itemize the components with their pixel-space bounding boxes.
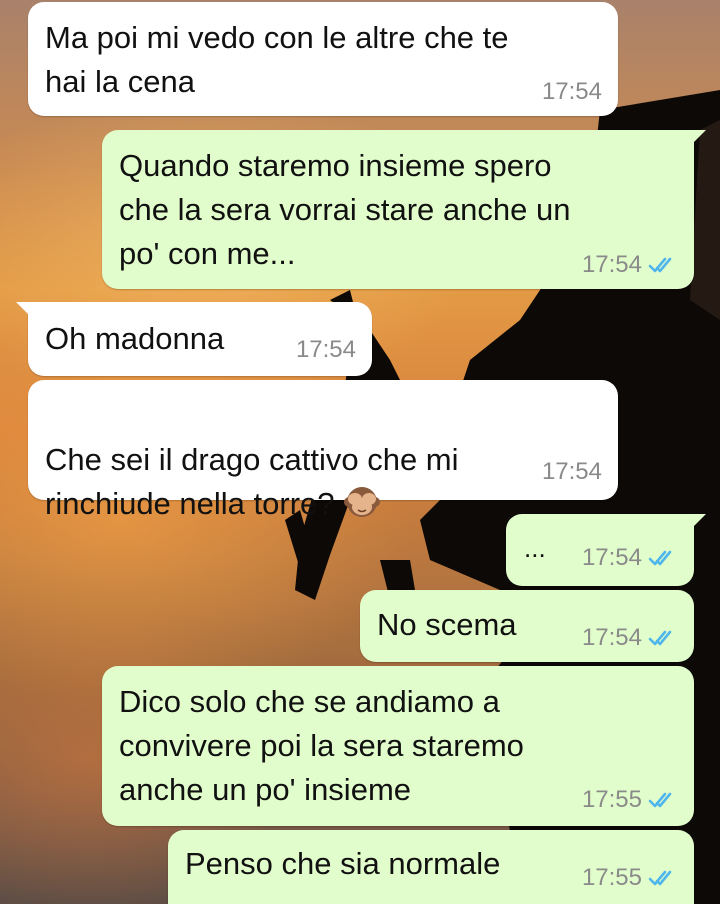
message-text: Ma poi mi vedo con le altre che te hai l…	[45, 20, 509, 99]
bubble-tail	[16, 302, 34, 320]
message-time: 17:54	[581, 251, 642, 278]
message-text: Penso che sia normale	[185, 846, 501, 881]
message-outgoing[interactable]: Dico solo che se andiamo a convivere poi…	[102, 666, 694, 826]
message-time: 17:55	[581, 786, 642, 813]
message-text: ...	[524, 533, 546, 563]
message-text: No scema	[377, 607, 517, 642]
message-time: 17:54	[581, 544, 642, 571]
message-time: 17:54	[295, 336, 356, 363]
double-check-read-icon	[648, 870, 672, 886]
message-incoming[interactable]: Che sei il drago cattivo che mi rinchiud…	[28, 380, 618, 521]
message-time: 17:54	[541, 78, 602, 105]
message-time: 17:54	[541, 458, 602, 485]
message-incoming[interactable]: Ma poi mi vedo con le altre che te hai l…	[28, 2, 618, 116]
message-outgoing[interactable]: ... 17:54	[506, 514, 706, 586]
message-outgoing[interactable]: Penso che sia normale 17:55	[168, 830, 694, 904]
bubble-tail	[688, 514, 706, 532]
bubble-tail	[688, 130, 706, 148]
message-outgoing[interactable]: Quando staremo insieme spero che la sera…	[102, 130, 706, 289]
double-check-read-icon	[648, 792, 672, 808]
message-time: 17:54	[581, 624, 642, 651]
message-text: Quando staremo insieme spero che la sera…	[119, 148, 571, 271]
message-incoming[interactable]: Oh madonna 17:54	[16, 302, 372, 376]
message-text: Oh madonna	[45, 321, 225, 356]
message-time: 17:55	[581, 864, 642, 891]
message-outgoing[interactable]: No scema 17:54	[360, 590, 694, 662]
double-check-read-icon	[648, 630, 672, 646]
double-check-read-icon	[648, 257, 672, 273]
message-text: Che sei il drago cattivo che mi rinchiud…	[45, 442, 459, 521]
message-text: Dico solo che se andiamo a convivere poi…	[119, 684, 524, 807]
see-no-evil-monkey-icon	[343, 487, 380, 517]
double-check-read-icon	[648, 550, 672, 566]
